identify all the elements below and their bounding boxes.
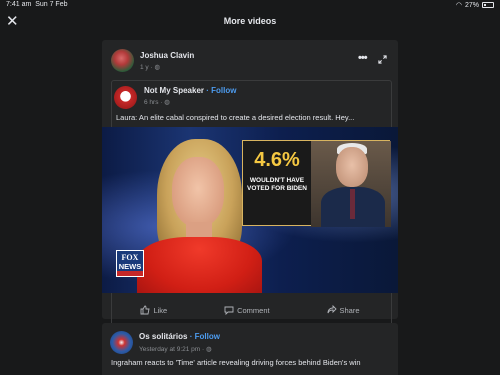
post-actions: Like Comment Share	[102, 301, 398, 319]
globe-icon: ◍	[205, 346, 212, 353]
status-bar: 7:41 am Sun 7 Feb ◠ 27%	[0, 0, 500, 11]
battery-icon	[482, 2, 494, 8]
expand-icon[interactable]	[378, 55, 387, 64]
post-time: 1 y · ◍	[140, 64, 161, 71]
shared-post-time: 6 hrs · ◍	[144, 99, 170, 106]
like-button[interactable]: Like	[140, 301, 167, 319]
next-author-line: Os solitários · Follow	[139, 332, 220, 341]
thumbs-up-icon	[140, 305, 150, 315]
follow-button[interactable]: · Follow	[206, 86, 236, 95]
inset-person-tie	[350, 189, 355, 219]
status-time: 7:41 am Sun 7 Feb	[6, 1, 68, 8]
next-post-time: Yesterday at 9:21 pm · ◍	[139, 346, 212, 353]
wifi-icon: ◠	[455, 2, 462, 9]
next-post-card: Os solitários · Follow Yesterday at 9:21…	[102, 323, 398, 375]
share-icon	[327, 305, 337, 314]
comment-button[interactable]: Comment	[224, 301, 270, 319]
video-post-card: Joshua Clavin 1 y · ◍ ••• Not My Speaker…	[102, 40, 398, 333]
video-player[interactable]: 4.6% WOULDN'T HAVE VOTED FOR BIDEN FOX N…	[102, 127, 398, 293]
next-follow-button[interactable]: · Follow	[190, 332, 220, 341]
page-title: More videos	[223, 16, 277, 26]
inset-percent: 4.6%	[254, 149, 300, 171]
globe-icon: ◍	[164, 99, 170, 106]
next-author-avatar[interactable]	[110, 331, 133, 354]
shared-post-text[interactable]: Laura: An elite cabal conspired to creat…	[116, 113, 386, 122]
inset-caption: WOULDN'T HAVE VOTED FOR BIDEN	[247, 177, 307, 192]
shared-author-line: Not My Speaker · Follow	[144, 86, 236, 95]
more-options-icon[interactable]: •••	[358, 52, 368, 64]
status-battery-text: 27%	[464, 1, 479, 9]
next-post-author[interactable]: Os solitários	[139, 332, 187, 341]
post-author[interactable]: Joshua Clavin	[140, 51, 194, 60]
globe-icon: ◍	[154, 64, 161, 71]
video-inset-graphic: 4.6% WOULDN'T HAVE VOTED FOR BIDEN	[242, 140, 391, 227]
shared-author[interactable]: Not My Speaker	[144, 86, 204, 95]
next-post-text[interactable]: Ingraham reacts to 'Time' article reveal…	[111, 358, 391, 367]
top-header: ✕ More videos	[0, 11, 500, 33]
inset-person-head	[336, 147, 368, 187]
shared-author-avatar[interactable]	[114, 86, 137, 109]
anchor-face	[172, 157, 224, 227]
share-button[interactable]: Share	[327, 301, 360, 319]
author-avatar[interactable]	[111, 49, 134, 72]
status-right: ◠ 27%	[456, 1, 494, 9]
fox-news-logo: FOX NEWS	[116, 250, 144, 277]
comment-icon	[224, 306, 234, 315]
anchor-dress	[137, 237, 262, 293]
